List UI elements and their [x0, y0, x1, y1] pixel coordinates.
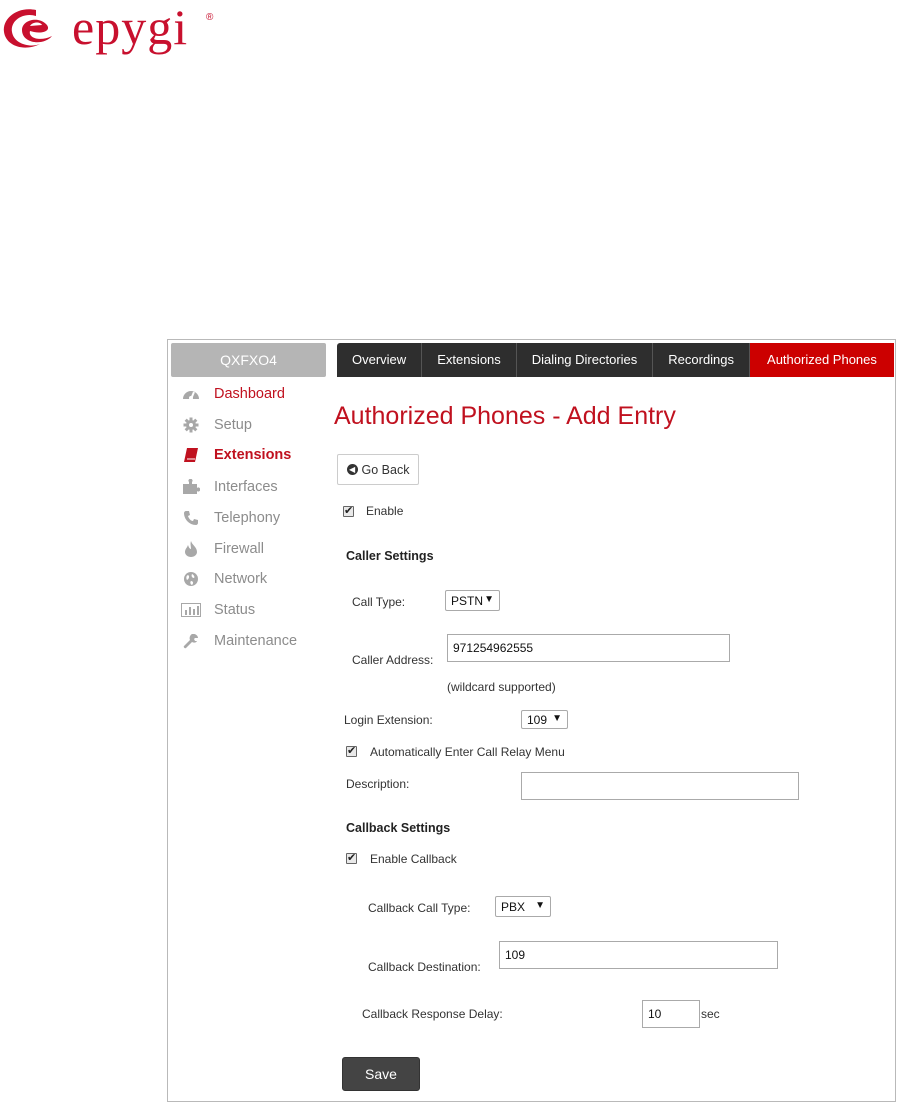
- enable-callback-checkbox[interactable]: ✔: [346, 852, 357, 864]
- auto-relay-checkbox[interactable]: ✔: [346, 745, 357, 757]
- gear-icon: [168, 417, 214, 433]
- call-type-select[interactable]: PSTN ▼: [445, 590, 500, 611]
- sidebar-item-telephony[interactable]: Telephony: [168, 505, 328, 531]
- save-button[interactable]: Save: [342, 1057, 420, 1091]
- wrench-icon: [168, 633, 214, 649]
- callback-call-type-value: PBX: [501, 899, 526, 914]
- epygi-logo: epygi ®: [0, 2, 230, 54]
- sidebar-item-label: Firewall: [214, 541, 264, 557]
- description-input[interactable]: [521, 772, 799, 800]
- tab-recordings[interactable]: Recordings: [653, 343, 751, 377]
- puzzle-icon: [168, 479, 214, 495]
- sidebar-item-interfaces[interactable]: Interfaces: [168, 474, 328, 500]
- sidebar-item-label: Extensions: [214, 447, 292, 463]
- bar-chart-icon: [168, 602, 214, 618]
- app-frame: QXFXO4 Dashboard Setup Extensions Interf…: [167, 339, 896, 1102]
- callback-call-type-select[interactable]: PBX ▼: [495, 896, 551, 917]
- tab-authorized-phones[interactable]: Authorized Phones: [750, 343, 894, 377]
- login-extension-value: 109: [527, 712, 548, 727]
- tab-overview[interactable]: Overview: [337, 343, 423, 377]
- sidebar-item-label: Maintenance: [214, 633, 298, 649]
- description-label: Description:: [346, 777, 410, 791]
- sidebar-item-dashboard[interactable]: Dashboard: [168, 381, 328, 407]
- enable-label: Enable: [366, 504, 404, 518]
- go-back-button[interactable]: ◀ Go Back: [337, 454, 419, 485]
- device-name-box: QXFXO4: [171, 343, 326, 377]
- response-delay-label: Callback Response Delay:: [362, 1007, 503, 1021]
- auto-relay-label: Automatically Enter Call Relay Menu: [370, 745, 565, 759]
- sidebar-item-extensions[interactable]: Extensions: [168, 442, 328, 468]
- book-icon: [168, 447, 214, 463]
- phone-icon: [168, 510, 214, 526]
- arrow-left-circle-icon: ◀: [346, 464, 358, 475]
- sidebar-item-label: Setup: [214, 417, 252, 433]
- caller-address-label: Caller Address:: [352, 653, 434, 667]
- dashboard-icon: [168, 386, 214, 402]
- callback-settings-header: Callback Settings: [346, 821, 451, 835]
- tab-dialing-directories[interactable]: Dialing Directories: [517, 343, 654, 377]
- login-extension-label: Login Extension:: [344, 713, 433, 727]
- top-tab-bar: Overview Extensions Dialing Directories …: [337, 343, 894, 377]
- caller-settings-header: Caller Settings: [346, 549, 434, 563]
- sidebar-item-label: Network: [214, 571, 268, 587]
- sidebar-item-label: Interfaces: [214, 479, 278, 495]
- sidebar-item-network[interactable]: Network: [168, 566, 328, 592]
- epygi-swirl-icon: [3, 9, 52, 48]
- sidebar-item-firewall[interactable]: Firewall: [168, 536, 328, 562]
- sidebar-item-status[interactable]: Status: [168, 597, 328, 623]
- callback-destination-label: Callback Destination:: [368, 960, 481, 974]
- call-type-value: PSTN: [451, 593, 484, 608]
- page-title: Authorized Phones - Add Entry: [334, 402, 676, 430]
- wildcard-note: (wildcard supported): [447, 680, 556, 694]
- callback-call-type-label: Callback Call Type:: [368, 901, 471, 915]
- fire-icon: [168, 540, 214, 558]
- call-type-label: Call Type:: [352, 595, 406, 609]
- globe-icon: [168, 571, 214, 587]
- dropdown-arrow-icon: ▼: [552, 713, 562, 724]
- check-icon: ✔: [347, 745, 357, 757]
- sidebar-item-setup[interactable]: Setup: [168, 412, 328, 438]
- response-delay-input[interactable]: [642, 1000, 700, 1028]
- sidebar-item-maintenance[interactable]: Maintenance: [168, 628, 328, 654]
- sidebar-item-label: Status: [214, 602, 256, 618]
- callback-destination-input[interactable]: [499, 941, 778, 969]
- login-extension-select[interactable]: 109 ▼: [521, 710, 568, 729]
- check-icon: ✔: [347, 852, 357, 864]
- registered-mark: ®: [206, 12, 214, 23]
- enable-checkbox[interactable]: ✔: [343, 505, 354, 517]
- logo-wordmark: epygi: [72, 0, 189, 55]
- go-back-label: Go Back: [361, 462, 410, 477]
- check-icon: ✔: [344, 505, 354, 517]
- response-delay-unit: sec: [701, 1007, 720, 1021]
- caller-address-input[interactable]: [447, 634, 730, 662]
- dropdown-arrow-icon: ▼: [484, 594, 494, 605]
- tab-extensions[interactable]: Extensions: [422, 343, 517, 377]
- sidebar-item-label: Telephony: [214, 510, 281, 526]
- dropdown-arrow-icon: ▼: [535, 900, 545, 911]
- sidebar-item-label: Dashboard: [214, 386, 285, 402]
- enable-callback-label: Enable Callback: [370, 852, 457, 866]
